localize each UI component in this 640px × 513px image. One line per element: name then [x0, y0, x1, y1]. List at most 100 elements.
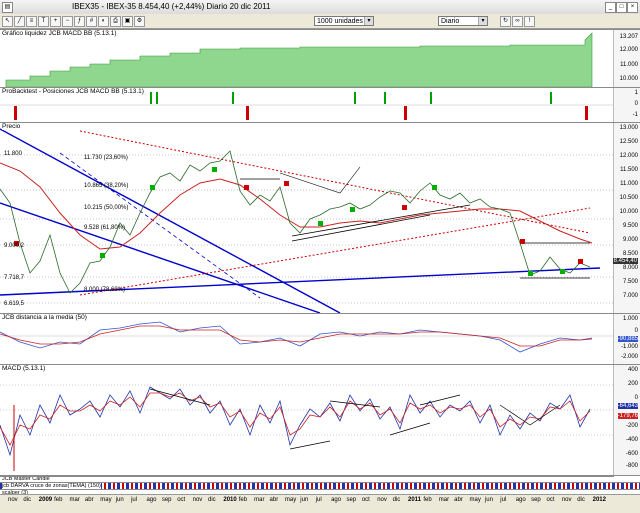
x-axis-label: feb	[54, 497, 63, 503]
distance-line	[0, 321, 593, 353]
x-axis-label: 2009	[38, 497, 53, 503]
long-positions	[150, 92, 552, 104]
x-axis-label: feb	[423, 497, 432, 503]
axis-tick: 200	[627, 381, 638, 387]
macd-panel: MACD (5.13.1) 400 200 0 -64,643 -179,76 …	[0, 364, 640, 475]
price-line	[0, 150, 591, 294]
axis-tick: 12.500	[619, 139, 638, 145]
fib-annotation: 9.000,2	[4, 243, 25, 249]
axis-tick: 11.500	[620, 167, 638, 173]
short-positions	[14, 106, 588, 120]
axis-tick: 0	[634, 395, 638, 401]
color-tool-icon[interactable]: ◐	[98, 16, 109, 27]
distance-chart	[0, 321, 614, 353]
axis-tick: -400	[625, 437, 638, 443]
x-axis-label: nov	[192, 497, 203, 503]
close-icon[interactable]: ×	[627, 2, 638, 13]
text-tool-icon[interactable]: T	[38, 16, 49, 27]
axis-tick: 11.000	[620, 62, 638, 68]
axis-tick: 13.207	[619, 34, 638, 40]
app-icon: ▤	[2, 2, 13, 13]
alert-icon[interactable]: !	[524, 16, 535, 27]
liquidity-chart	[5, 32, 593, 87]
macd-signal-line	[0, 392, 591, 446]
axis-tick: 10.500	[619, 195, 638, 201]
macd-axis: 400 200 0 -64,643 -179,76 -200 -400 -600…	[613, 365, 640, 475]
axis-tick: 9.000	[622, 237, 638, 243]
print-icon[interactable]: ⎙	[110, 16, 121, 27]
price-panel: Precio 11.730 (23,60%) 11.800 10.865 (38…	[0, 122, 640, 313]
x-axis-label: oct	[361, 497, 370, 503]
axis-tick: 12.000	[619, 153, 638, 159]
time-axis: nov dic 2009 feb mar abr may jun jul ago sep oct nov…	[0, 494, 640, 513]
axis-tick: 13.000	[619, 125, 638, 131]
grid-tool-icon[interactable]: #	[86, 16, 97, 27]
x-axis-label: jun	[484, 497, 493, 503]
zoom-out-icon[interactable]: −	[62, 16, 73, 27]
master-bar	[0, 476, 614, 477]
distance-value-badge: -90,885	[617, 336, 638, 342]
cursor-tool-icon[interactable]: ↖	[2, 16, 13, 27]
indicator-tool-icon[interactable]: ƒ	[74, 16, 85, 27]
fibonacci-tool-icon[interactable]: ≡	[26, 16, 37, 27]
units-value: 1000 unidades	[317, 18, 363, 25]
liquidity-panel: Gráfico liquidez JCB MACD BB (5.13.1) 13…	[0, 29, 640, 87]
x-axis-label: jun	[115, 497, 124, 503]
x-axis-label: sep	[161, 497, 172, 503]
units-select[interactable]: 1000 unidades ▾	[314, 16, 374, 26]
x-axis-label: mar	[254, 497, 265, 503]
x-axis-label: jul	[315, 497, 322, 503]
period-value: Diario	[441, 18, 460, 25]
x-axis-label: nov	[377, 497, 387, 503]
price-axis: 13.000 12.500 12.000 11.500 11.000 10.50…	[612, 123, 640, 313]
x-axis-label: may	[469, 497, 481, 503]
link-icon[interactable]: ∞	[512, 16, 523, 27]
axis-tick: 7.500	[622, 279, 638, 285]
axis-tick: 8.000	[622, 265, 638, 271]
x-axis-label: jul	[131, 497, 138, 503]
window-title: IBEX35 - IBEX-35 8.454,40 (+2,44%) Diari…	[72, 2, 271, 11]
period-select[interactable]: Diario ▾	[438, 16, 488, 26]
x-axis-label: sep	[531, 497, 541, 503]
distance-panel: JCB distancia a la media (50) 1.000 0 -9…	[0, 313, 640, 364]
save-icon[interactable]: ▣	[122, 16, 133, 27]
zoom-in-icon[interactable]: +	[50, 16, 61, 27]
x-axis-label: 2011	[408, 497, 422, 503]
liquidity-label: Gráfico liquidez JCB MACD BB (5.13.1)	[2, 30, 117, 37]
liquidity-area	[5, 32, 593, 87]
x-axis-label: abr	[454, 497, 463, 503]
axis-tick: 0	[634, 101, 638, 107]
axis-tick: 1.000	[622, 316, 638, 322]
axis-tick: 10.000	[619, 76, 638, 82]
refresh-icon[interactable]: ↻	[500, 16, 511, 27]
axis-tick: -1.000	[620, 344, 638, 350]
line-tool-icon[interactable]: ╱	[14, 16, 25, 27]
fib-annotation: 10.215 (50,00%)	[84, 205, 129, 211]
fib-annotation: 7.718,7	[4, 275, 25, 281]
x-axis-label: dic	[23, 497, 32, 503]
liquidity-axis: 13.207 12.000 11.000 10.000	[613, 30, 640, 87]
resistance-line	[79, 207, 591, 296]
positions-axis: 1 0 -1	[613, 88, 640, 122]
darva-panel: jcb DARVA cruce de zonas(TEMA) (150)	[0, 482, 640, 489]
minimize-icon[interactable]: _	[605, 2, 616, 13]
axis-tick: 9.500	[622, 223, 638, 229]
fib-annotation: 8.000 (78,60%)	[84, 287, 126, 293]
axis-tick: -200	[625, 423, 638, 429]
x-axis-label: 2010	[223, 497, 237, 503]
channel-line	[291, 204, 471, 237]
x-axis-label: oct	[177, 497, 186, 503]
maximize-icon[interactable]: □	[616, 2, 627, 13]
x-axis-label: may	[100, 497, 112, 503]
fib-annotation: 10.865 (38,20%)	[84, 183, 129, 189]
price-label: Precio	[2, 123, 21, 130]
axis-tick: 11.000	[620, 181, 638, 187]
chevron-down-icon: ▾	[364, 17, 373, 25]
settings-icon[interactable]: ⚙	[134, 16, 145, 27]
x-axis-label: feb	[238, 497, 248, 503]
axis-tick: -1	[632, 112, 638, 118]
x-axis-label: dic	[577, 497, 585, 503]
x-axis-label: dic	[392, 497, 401, 503]
trend-line	[0, 202, 321, 313]
master-panel: JCB Master Candle	[0, 475, 640, 482]
